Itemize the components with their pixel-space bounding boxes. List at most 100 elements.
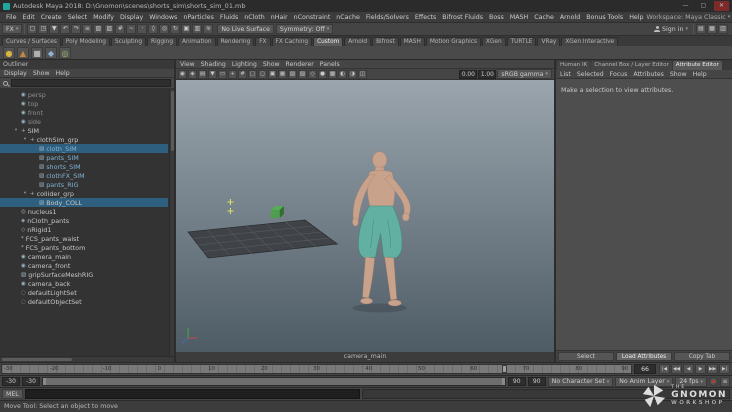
- menu-item[interactable]: nParticles: [180, 14, 217, 21]
- attribute-editor-menu-item[interactable]: Help: [693, 71, 707, 78]
- mel-label[interactable]: MEL: [2, 389, 23, 399]
- outliner-horizontal-scrollbar[interactable]: [0, 356, 174, 362]
- animation-start-field[interactable]: -30: [2, 377, 20, 386]
- shelf-plane-icon[interactable]: ◆: [45, 46, 57, 59]
- select-by-component-icon[interactable]: ▨: [104, 24, 115, 34]
- load-attributes-button[interactable]: Load Attributes: [616, 352, 672, 361]
- menu-item[interactable]: Bifrost Fluids: [439, 14, 486, 21]
- live-surface-selector[interactable]: No Live Surface: [217, 24, 274, 34]
- outliner-menu-item[interactable]: Show: [33, 70, 50, 77]
- current-frame-field[interactable]: 66: [634, 364, 656, 374]
- grid-icon[interactable]: #: [238, 69, 247, 79]
- snap-to-curve-icon[interactable]: ~: [126, 24, 137, 34]
- tool-settings-toggle-icon[interactable]: ▦: [707, 24, 717, 34]
- scrollbar-thumb[interactable]: [2, 358, 72, 361]
- attribute-editor-menu-item[interactable]: Focus: [610, 71, 628, 78]
- bookmark-icon[interactable]: ▼: [208, 69, 217, 79]
- persp[interactable]: ◉ persp: [0, 90, 168, 99]
- menu-item[interactable]: Fluids: [217, 14, 241, 21]
- image-plane-icon[interactable]: ▭: [218, 69, 227, 79]
- undo-icon[interactable]: ↶: [60, 24, 71, 34]
- step-forward-key-button[interactable]: ▶▶: [707, 364, 718, 374]
- FCS_pants_waist[interactable]: * FCS_pants_waist: [0, 234, 168, 243]
- camera_main[interactable]: ◉ camera_main: [0, 252, 168, 261]
- gripSurfaceMeshRIG[interactable]: ▧ gripSurfaceMeshRIG: [0, 270, 168, 279]
- menu-item[interactable]: Windows: [146, 14, 180, 21]
- expand-arrow-icon[interactable]: ▾: [22, 137, 28, 142]
- viewport-menu-item[interactable]: Show: [263, 61, 280, 68]
- character-set-selector[interactable]: No Character Set ▾: [547, 376, 614, 387]
- shelf-tab[interactable]: TURTLE: [506, 37, 537, 46]
- render-frame-icon[interactable]: ▣: [181, 24, 192, 34]
- menu-item[interactable]: Help: [626, 14, 646, 21]
- attribute-editor-menu-item[interactable]: Show: [670, 71, 687, 78]
- shelf-tab[interactable]: XGen Interactive: [561, 37, 619, 46]
- attribute-editor-menu-item[interactable]: Selected: [577, 71, 604, 78]
- defaultLightSet[interactable]: ◌ defaultLightSet: [0, 288, 168, 297]
- current-frame-marker[interactable]: [502, 365, 508, 373]
- attribute-editor-tab[interactable]: Channel Box / Layer Editor: [591, 61, 672, 70]
- menu-item[interactable]: Cache: [531, 14, 557, 21]
- playback-end-field[interactable]: 90: [507, 377, 526, 386]
- menu-item[interactable]: Fields/Solvers: [363, 14, 412, 21]
- film-gate-icon[interactable]: ▢: [248, 69, 257, 79]
- ground-plane[interactable]: [187, 219, 339, 259]
- wireframe-icon[interactable]: ◇: [308, 69, 317, 79]
- redo-icon[interactable]: ↷: [71, 24, 82, 34]
- shelf-cube-icon[interactable]: ■: [31, 46, 43, 59]
- fps-selector[interactable]: 24 fps ▾: [675, 376, 707, 387]
- 2d-pan-zoom-icon[interactable]: +: [228, 69, 237, 79]
- menu-item[interactable]: nCloth: [241, 14, 267, 21]
- side[interactable]: ◉ side: [0, 117, 168, 126]
- shelf-tab[interactable]: Curves / Surfaces: [2, 37, 61, 46]
- select-button[interactable]: Select: [558, 352, 614, 361]
- maximize-button[interactable]: ▢: [696, 1, 711, 11]
- shelf-tab[interactable]: Motion Graphics: [425, 37, 481, 46]
- shelf-tab[interactable]: XGen: [481, 37, 506, 46]
- attribute-editor-tab[interactable]: Human IK: [557, 61, 591, 70]
- menu-item[interactable]: Bonus Tools: [583, 14, 626, 21]
- viewport-menu-item[interactable]: View: [180, 61, 195, 68]
- safe-title-icon[interactable]: ▨: [298, 69, 307, 79]
- viewport-menu-item[interactable]: Lighting: [232, 61, 257, 68]
- viewport-menu-item[interactable]: Panels: [320, 61, 340, 68]
- nucleus1[interactable]: ◎ nucleus1: [0, 207, 168, 216]
- xray-icon[interactable]: ◫: [358, 69, 367, 79]
- top[interactable]: ◉ top: [0, 99, 168, 108]
- animation-preferences-icon[interactable]: ≡: [720, 376, 730, 387]
- menu-item[interactable]: Select: [65, 14, 90, 21]
- range-bar[interactable]: [42, 377, 506, 386]
- menu-item[interactable]: File: [3, 14, 20, 21]
- camera-attributes-icon[interactable]: ▤: [198, 69, 207, 79]
- nRigid1[interactable]: ◇ nRigid1: [0, 225, 168, 234]
- outliner-menu-item[interactable]: Display: [4, 70, 27, 77]
- range-bar-handle[interactable]: [43, 378, 505, 385]
- shelf-tab[interactable]: FX: [255, 37, 271, 46]
- mel-command-input[interactable]: [24, 389, 360, 399]
- menu-item[interactable]: Arnold: [557, 14, 583, 21]
- minimize-button[interactable]: —: [678, 1, 693, 11]
- camera_back[interactable]: ◉ camera_back: [0, 279, 168, 288]
- step-back-key-button[interactable]: ◀◀: [671, 364, 682, 374]
- viewport-menu-item[interactable]: Shading: [201, 61, 226, 68]
- snap-to-plane-icon[interactable]: ◊: [148, 24, 159, 34]
- expand-arrow-icon[interactable]: ▾: [13, 128, 19, 133]
- outliner-menu-item[interactable]: Help: [56, 70, 70, 77]
- sign-in-button[interactable]: Sign in ▾: [651, 26, 691, 33]
- shelf-cone-icon[interactable]: ▲: [17, 46, 29, 59]
- make-live-icon[interactable]: ◎: [159, 24, 170, 34]
- viewport-menu-item[interactable]: Renderer: [286, 61, 314, 68]
- timeline-track[interactable]: -30 -20 -10 0 10 20 30 40 50 60 70 80 90: [1, 364, 632, 374]
- shadows-icon[interactable]: ◑: [348, 69, 357, 79]
- playback-start-field[interactable]: -30: [22, 377, 40, 386]
- menu-item[interactable]: Display: [117, 14, 146, 21]
- pants_SIM[interactable]: ▧ pants_SIM: [0, 153, 168, 162]
- constraint-markers[interactable]: [227, 199, 234, 214]
- menu-item[interactable]: Edit: [20, 14, 38, 21]
- play-forward-button[interactable]: ▶: [695, 364, 706, 374]
- menu-set-selector[interactable]: FX ▾: [2, 24, 23, 34]
- render-settings-icon[interactable]: ≋: [203, 24, 214, 34]
- exposure-field[interactable]: 0.00: [459, 69, 478, 79]
- camera_front[interactable]: ◉ camera_front: [0, 261, 168, 270]
- symmetry-selector[interactable]: Symmetry: Off ▾: [275, 24, 334, 34]
